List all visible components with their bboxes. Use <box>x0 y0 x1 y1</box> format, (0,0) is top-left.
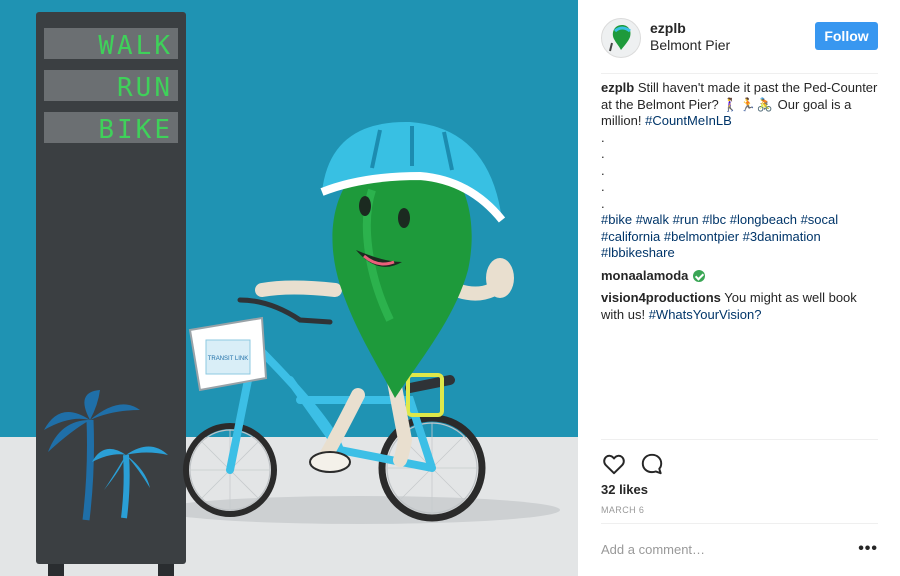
caption-dot: . <box>601 195 605 211</box>
more-options-icon[interactable]: ••• <box>858 541 878 557</box>
check-mark-icon <box>693 269 706 282</box>
avatar[interactable] <box>601 18 641 58</box>
comments-section: ezplb Still haven't made it past the Ped… <box>601 80 878 323</box>
post-sidebar: ezplb Belmont Pier Follow ezplb Still ha… <box>578 0 900 576</box>
caption-dot: . <box>601 129 605 145</box>
hashtag-link[interactable]: #walk <box>636 212 669 227</box>
hashtag-link[interactable]: #lbbikeshare <box>601 245 675 260</box>
hashtag-link[interactable]: #run <box>673 212 699 227</box>
map-pin-character <box>255 121 514 473</box>
caption-dot: . <box>601 146 605 161</box>
hashtag-link[interactable]: #CountMeInLB <box>645 113 732 128</box>
follow-button[interactable]: Follow <box>815 22 878 50</box>
hashtag-link[interactable]: #3danimation <box>743 229 821 244</box>
caption-username[interactable]: ezplb <box>601 80 634 95</box>
divider <box>601 439 878 440</box>
post-date: MARCH 6 <box>601 505 645 515</box>
comment: vision4productions You might as well boo… <box>601 290 878 323</box>
likes-count[interactable]: 32 likes <box>601 482 648 497</box>
emoji-group: 🚶‍♀️🏃🚴 <box>722 96 774 112</box>
add-comment-input[interactable]: Add a comment… <box>601 542 841 557</box>
hashtag-link[interactable]: #bike <box>601 212 632 227</box>
hashtag-link[interactable]: #lbc <box>702 212 726 227</box>
hashtag-link[interactable]: #WhatsYourVision? <box>649 307 762 322</box>
basket: TRANSIT LINK <box>188 316 268 392</box>
comment-username[interactable]: vision4productions <box>601 290 721 305</box>
counter-bike: BIKE <box>98 115 173 145</box>
header-username[interactable]: ezplb <box>650 20 686 36</box>
caption-dot: . <box>601 162 605 178</box>
post-image[interactable]: WALK RUN BIKE TRANSIT LINK <box>0 0 578 576</box>
heart-icon[interactable] <box>601 451 627 477</box>
hashtag-link[interactable]: #longbeach <box>730 212 797 227</box>
divider <box>601 523 878 524</box>
counter-run: RUN <box>117 73 173 103</box>
caption-dot: . <box>601 179 605 194</box>
comment: monaalamoda <box>601 268 878 285</box>
divider <box>601 73 878 74</box>
post-header: ezplb Belmont Pier Follow <box>601 18 878 68</box>
counter-walk: WALK <box>98 31 173 61</box>
basket-label: TRANSIT LINK <box>208 356 249 362</box>
caption: ezplb Still haven't made it past the Ped… <box>601 80 878 262</box>
comment-username[interactable]: monaalamoda <box>601 268 688 283</box>
ped-counter-sign: WALK RUN BIKE <box>36 12 186 576</box>
hashtag-link[interactable]: #california <box>601 229 660 244</box>
hashtag-link[interactable]: #belmontpier <box>664 229 739 244</box>
comment-icon[interactable] <box>639 451 665 477</box>
header-location[interactable]: Belmont Pier <box>650 37 730 53</box>
hashtag-link[interactable]: #socal <box>801 212 839 227</box>
